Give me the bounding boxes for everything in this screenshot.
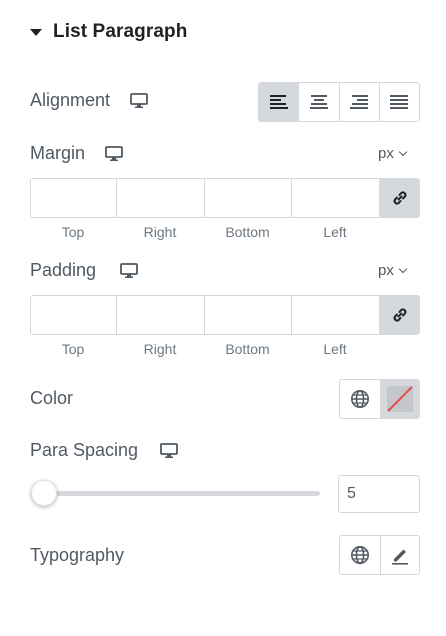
desktop-icon[interactable] — [120, 262, 138, 279]
margin-side-labels: Top Right Bottom Left — [30, 224, 380, 240]
typography-label: Typography — [30, 545, 125, 565]
align-justify-button[interactable] — [379, 83, 419, 121]
margin-bottom-input[interactable] — [205, 179, 291, 217]
align-center-button[interactable] — [299, 83, 340, 121]
para-spacing-row: Para Spacing — [30, 440, 178, 461]
alignment-label: Alignment — [30, 90, 111, 110]
color-label: Color — [30, 388, 74, 408]
padding-left-cell — [292, 296, 380, 334]
padding-label-left: Left — [323, 341, 347, 357]
margin-row: Margin — [30, 143, 123, 164]
padding-unit-select[interactable]: px — [378, 262, 408, 279]
para-spacing-slider-track[interactable] — [44, 491, 320, 496]
align-right-icon — [350, 95, 369, 109]
align-justify-icon — [390, 95, 409, 109]
padding-right-cell — [117, 296, 205, 334]
desktop-icon[interactable] — [105, 145, 123, 162]
no-color-swatch — [386, 386, 413, 412]
margin-unit-select[interactable]: px — [378, 145, 408, 162]
margin-top-input[interactable] — [31, 179, 116, 217]
para-spacing-label: Para Spacing — [30, 440, 139, 460]
align-right-button[interactable] — [339, 83, 380, 121]
margin-link-button[interactable] — [380, 179, 419, 217]
margin-right-input[interactable] — [117, 179, 204, 217]
chevron-down-icon — [398, 264, 408, 273]
padding-top-cell — [31, 296, 117, 334]
color-row: Color — [30, 388, 73, 409]
alignment-row: Alignment — [30, 90, 148, 111]
padding-label-top: Top — [61, 341, 85, 357]
section-title: List Paragraph — [53, 21, 188, 42]
typography-row: Typography — [30, 545, 124, 566]
align-left-button[interactable] — [259, 83, 300, 121]
margin-left-input[interactable] — [292, 179, 379, 217]
margin-dimensions — [30, 178, 420, 218]
margin-label-left: Left — [323, 224, 347, 240]
margin-bottom-cell — [205, 179, 292, 217]
link-icon — [393, 308, 406, 322]
align-center-icon — [309, 95, 328, 109]
margin-label-right: Right — [143, 224, 177, 240]
margin-right-cell — [117, 179, 205, 217]
globe-icon — [350, 546, 369, 564]
desktop-icon[interactable] — [130, 92, 148, 109]
section-header-list-paragraph[interactable]: List Paragraph — [30, 20, 187, 44]
chevron-down-icon — [398, 147, 408, 156]
align-left-icon — [269, 95, 288, 109]
padding-top-input[interactable] — [31, 296, 116, 334]
margin-top-cell — [31, 179, 117, 217]
padding-unit-value: px — [378, 262, 394, 279]
padding-right-input[interactable] — [117, 296, 204, 334]
padding-label-right: Right — [143, 341, 177, 357]
margin-label-top: Top — [61, 224, 85, 240]
padding-label-bottom: Bottom — [225, 341, 270, 357]
color-control-group — [339, 379, 420, 419]
padding-bottom-cell — [205, 296, 292, 334]
caret-down-icon — [30, 29, 42, 36]
typography-edit-button[interactable] — [379, 536, 419, 574]
typography-control-group — [339, 535, 420, 575]
globe-icon — [350, 390, 369, 408]
padding-label: Padding — [30, 260, 97, 280]
pencil-icon — [391, 549, 408, 565]
alignment-button-group — [258, 82, 420, 122]
margin-unit-value: px — [378, 145, 394, 162]
color-picker-button[interactable] — [379, 380, 419, 418]
padding-side-labels: Top Right Bottom Left — [30, 341, 380, 357]
para-spacing-slider-handle[interactable] — [31, 480, 57, 506]
margin-left-cell — [292, 179, 380, 217]
para-spacing-input[interactable] — [338, 475, 420, 513]
padding-dimensions — [30, 295, 420, 335]
padding-row: Padding — [30, 260, 138, 281]
margin-label-bottom: Bottom — [225, 224, 270, 240]
margin-label: Margin — [30, 143, 86, 163]
padding-link-button[interactable] — [380, 296, 419, 334]
color-global-button[interactable] — [340, 380, 380, 418]
padding-bottom-input[interactable] — [205, 296, 291, 334]
padding-left-input[interactable] — [292, 296, 379, 334]
typography-global-button[interactable] — [340, 536, 380, 574]
desktop-icon[interactable] — [160, 442, 178, 459]
link-icon — [393, 191, 406, 205]
